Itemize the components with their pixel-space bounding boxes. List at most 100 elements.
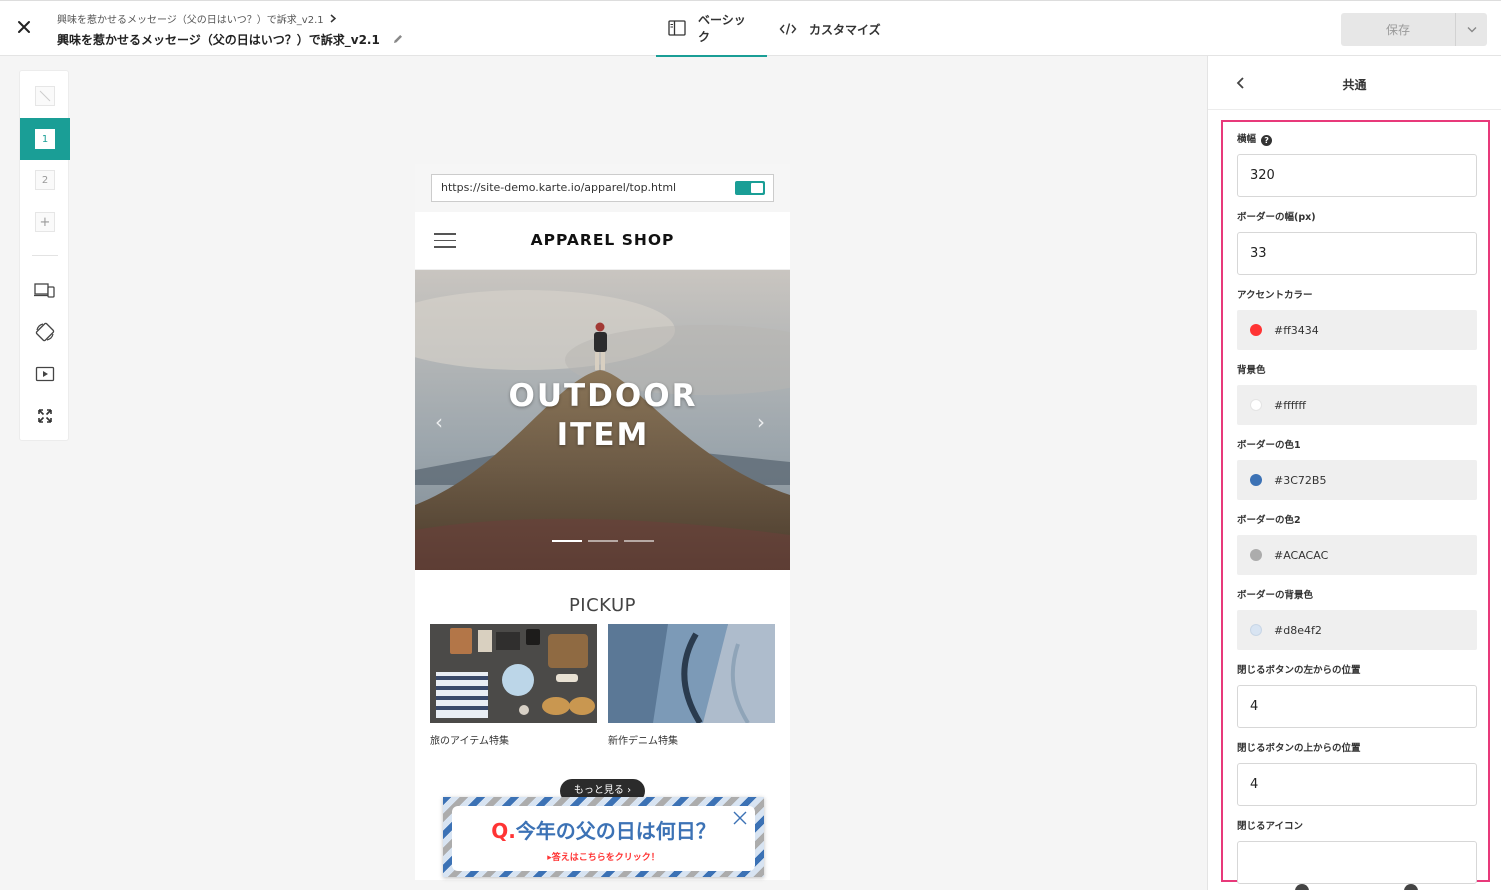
denim-image	[608, 624, 775, 723]
play-preview-icon[interactable]	[20, 353, 70, 395]
shop-logo: APPAREL SHOP	[530, 231, 675, 249]
preview-frame: https://site-demo.karte.io/apparel/top.h…	[415, 164, 790, 880]
border-color2-picker[interactable]: #ACACAC	[1237, 535, 1477, 575]
accent-color-label: アクセントカラー	[1237, 290, 1313, 301]
close-left-input[interactable]: 4	[1237, 685, 1477, 728]
tab-basic[interactable]: ベーシック	[656, 1, 767, 57]
pickup-heading: PICKUP	[568, 595, 637, 616]
variant-2-label: 2	[35, 170, 55, 190]
hero-title: OUTDOOR ITEM	[503, 377, 703, 455]
fullscreen-icon[interactable]	[20, 395, 70, 437]
border-width-input[interactable]: 33	[1237, 232, 1477, 275]
travel-items-image	[430, 624, 597, 723]
url-bar: https://site-demo.karte.io/apparel/top.h…	[415, 164, 790, 212]
chevron-right-icon	[329, 14, 337, 26]
close-left-label: 閉じるボタンの左からの位置	[1237, 665, 1361, 676]
border-bg-color-label: ボーダーの背景色	[1237, 590, 1314, 601]
border-bg-color-picker[interactable]: #d8e4f2	[1237, 610, 1477, 650]
close-icon-input[interactable]	[1237, 841, 1477, 884]
bg-color-picker[interactable]: #ffffff	[1237, 385, 1477, 425]
banner-q-prefix: Q.	[491, 819, 516, 843]
top-bar: 興味を惹かせるメッセージ（父の日はいつ？）で訴求_v2.1 興味を惹かせるメッセ…	[0, 0, 1501, 57]
panel-title: 共通	[1342, 78, 1367, 92]
banner-content: Q.今年の父の日は何日？ ▸答えはこちらをクリック！	[452, 806, 755, 871]
chevron-left-icon[interactable]: ‹	[435, 410, 443, 434]
add-variant-button[interactable]: +	[20, 201, 70, 243]
rotate-device-icon[interactable]	[20, 311, 70, 353]
close-left-field: 閉じるボタンの左からの位置 4	[1237, 664, 1477, 728]
color-swatch	[1250, 549, 1262, 561]
banner-subtext-label: 答えはこちらをクリック！	[551, 853, 660, 863]
variant-1-label: 1	[35, 129, 55, 149]
border-color1-label: ボーダーの色1	[1237, 440, 1301, 451]
banner-question: Q.今年の父の日は何日？	[452, 815, 755, 844]
banner-close-icon[interactable]	[731, 809, 749, 827]
width-label-text: 横幅	[1237, 134, 1257, 145]
shop-header: APPAREL SHOP	[415, 212, 790, 270]
save-button[interactable]: 保存	[1341, 13, 1456, 46]
bg-color-field: 背景色 #ffffff	[1237, 364, 1477, 425]
width-input[interactable]: 320	[1237, 154, 1477, 197]
page-title-text: 興味を惹かせるメッセージ（父の日はいつ？）で訴求_v2.1	[57, 33, 380, 47]
border-width-field: ボーダーの幅(px) 33	[1237, 211, 1477, 275]
tab-customize-label: カスタマイズ	[809, 22, 881, 37]
save-button-group: 保存	[1341, 13, 1487, 46]
border-color1-picker[interactable]: #3C72B5	[1237, 460, 1477, 500]
fathers-day-banner[interactable]: Q.今年の父の日は何日？ ▸答えはこちらをクリック！	[443, 797, 764, 877]
pickup-item-denim[interactable]: 新作デニム特集	[608, 624, 775, 747]
border-bg-color-field: ボーダーの背景色 #d8e4f2	[1237, 589, 1477, 650]
chevron-right-icon[interactable]: ›	[757, 410, 765, 434]
width-label: 横幅?	[1237, 133, 1477, 147]
breadcrumb[interactable]: 興味を惹かせるメッセージ（父の日はいつ？）で訴求_v2.1	[57, 11, 337, 26]
width-field: 横幅? 320	[1237, 133, 1477, 197]
close-icon-field: 閉じるアイコン	[1237, 820, 1477, 884]
slash-icon	[35, 86, 55, 106]
accent-color-field: アクセントカラー #ff3434	[1237, 289, 1477, 350]
pickup-caption-travel: 旅のアイテム特集	[430, 736, 509, 747]
pencil-icon[interactable]	[392, 33, 404, 48]
accent-color-picker[interactable]: #ff3434	[1237, 310, 1477, 350]
color-swatch	[1250, 324, 1262, 336]
slider-dot[interactable]	[552, 540, 582, 542]
breadcrumb-text: 興味を惹かせるメッセージ（父の日はいつ？）で訴求_v2.1	[57, 15, 324, 26]
tab-customize[interactable]: カスタマイズ	[767, 1, 893, 57]
close-icon[interactable]	[14, 17, 34, 37]
hidden-variant-button[interactable]	[20, 75, 70, 117]
color-swatch	[1250, 474, 1262, 486]
chevron-down-icon[interactable]	[1456, 13, 1487, 46]
color-swatch	[1250, 399, 1262, 411]
device-toggle-icon[interactable]	[20, 269, 70, 311]
slider-dot[interactable]	[588, 540, 618, 542]
preview-url-field[interactable]: https://site-demo.karte.io/apparel/top.h…	[431, 174, 774, 202]
close-icon-label: 閉じるアイコン	[1237, 821, 1304, 832]
hero-slider: OUTDOOR ITEM ‹ ›	[415, 270, 790, 570]
slider-dot[interactable]	[624, 540, 654, 542]
variant-toolbar: 1 2 +	[19, 70, 70, 441]
hero-title-line-2: ITEM	[556, 417, 650, 453]
pickup-item-travel[interactable]: 旅のアイテム特集	[430, 624, 597, 747]
help-icon[interactable]: ?	[1261, 135, 1273, 146]
border-color1-value: #3C72B5	[1274, 473, 1327, 487]
slider-indicators	[552, 540, 654, 542]
banner-question-text: 今年の父の日は何日？	[515, 819, 716, 843]
pickup-caption-denim: 新作デニム特集	[608, 736, 678, 747]
border-color2-field: ボーダーの色2 #ACACAC	[1237, 514, 1477, 575]
plus-icon: +	[35, 212, 55, 232]
mode-tabs: ベーシック カスタマイズ	[656, 1, 893, 57]
accent-color-value: #ff3434	[1274, 323, 1319, 337]
border-bg-color-value: #d8e4f2	[1274, 623, 1322, 637]
panel-header: 共通	[1208, 56, 1501, 110]
color-swatch	[1250, 624, 1262, 636]
more-button-label: もっと見る	[573, 785, 624, 796]
tab-basic-label: ベーシック	[698, 13, 746, 44]
close-top-input[interactable]: 4	[1237, 763, 1477, 806]
variant-1-button[interactable]: 1	[20, 118, 70, 160]
bg-color-value: #ffffff	[1274, 398, 1306, 412]
toolbar-divider	[32, 255, 58, 256]
banner-subtext: ▸答えはこちらをクリック！	[452, 850, 755, 863]
variant-2-button[interactable]: 2	[20, 159, 70, 201]
preview-toggle[interactable]	[735, 181, 765, 195]
preview-url-text: https://site-demo.karte.io/apparel/top.h…	[441, 181, 677, 194]
code-icon	[779, 22, 797, 36]
border-color1-field: ボーダーの色1 #3C72B5	[1237, 439, 1477, 500]
